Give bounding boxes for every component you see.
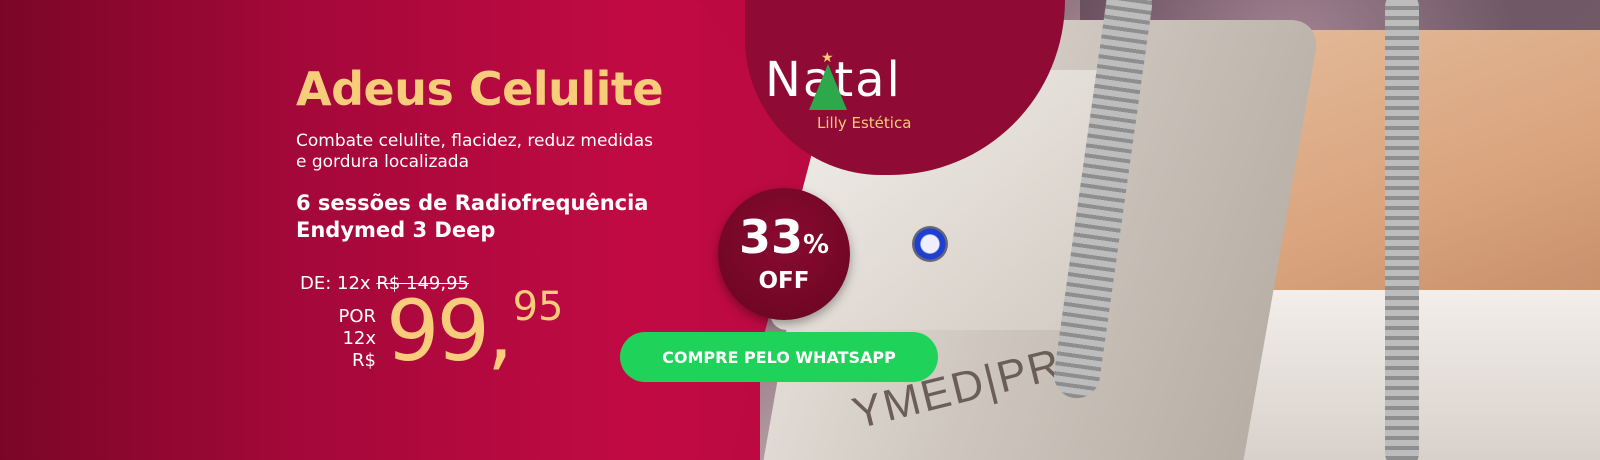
discount-number: 33: [738, 210, 803, 264]
sale-price-prefix: POR 12x R$: [300, 306, 376, 372]
discount-badge: 33% OFF: [718, 188, 850, 320]
device-cable: [1385, 0, 1419, 460]
sale-price: 99,95: [386, 282, 564, 380]
logo-subtitle: Lilly Estética: [817, 114, 912, 132]
promo-banner: YMED|PRO Natal ★ Lilly Estética Adeus Ce…: [0, 0, 1600, 460]
promo-content: Adeus Celulite Combate celulite, flacide…: [296, 0, 716, 460]
sale-price-cents: 95: [512, 284, 564, 330]
whatsapp-buy-button[interactable]: COMPRE PELO WHATSAPP: [620, 332, 938, 382]
discount-symbol: %: [802, 230, 830, 260]
original-price-prefix: DE: 12x: [300, 273, 371, 294]
device-power-button-icon: [912, 226, 948, 262]
promo-sessions: 6 sessões de Radiofrequência Endymed 3 D…: [296, 191, 649, 242]
star-icon: ★: [821, 50, 834, 66]
sale-price-integer: 99,: [386, 282, 514, 380]
promo-subtitle: Combate celulite, flacidez, reduz medida…: [296, 131, 653, 172]
promo-title: Adeus Celulite: [296, 62, 664, 116]
sale-price-prefix-line1: POR 12x: [338, 306, 376, 349]
sale-price-currency: R$: [352, 350, 376, 371]
discount-percent: 33%: [718, 210, 850, 264]
discount-label: OFF: [758, 268, 810, 294]
